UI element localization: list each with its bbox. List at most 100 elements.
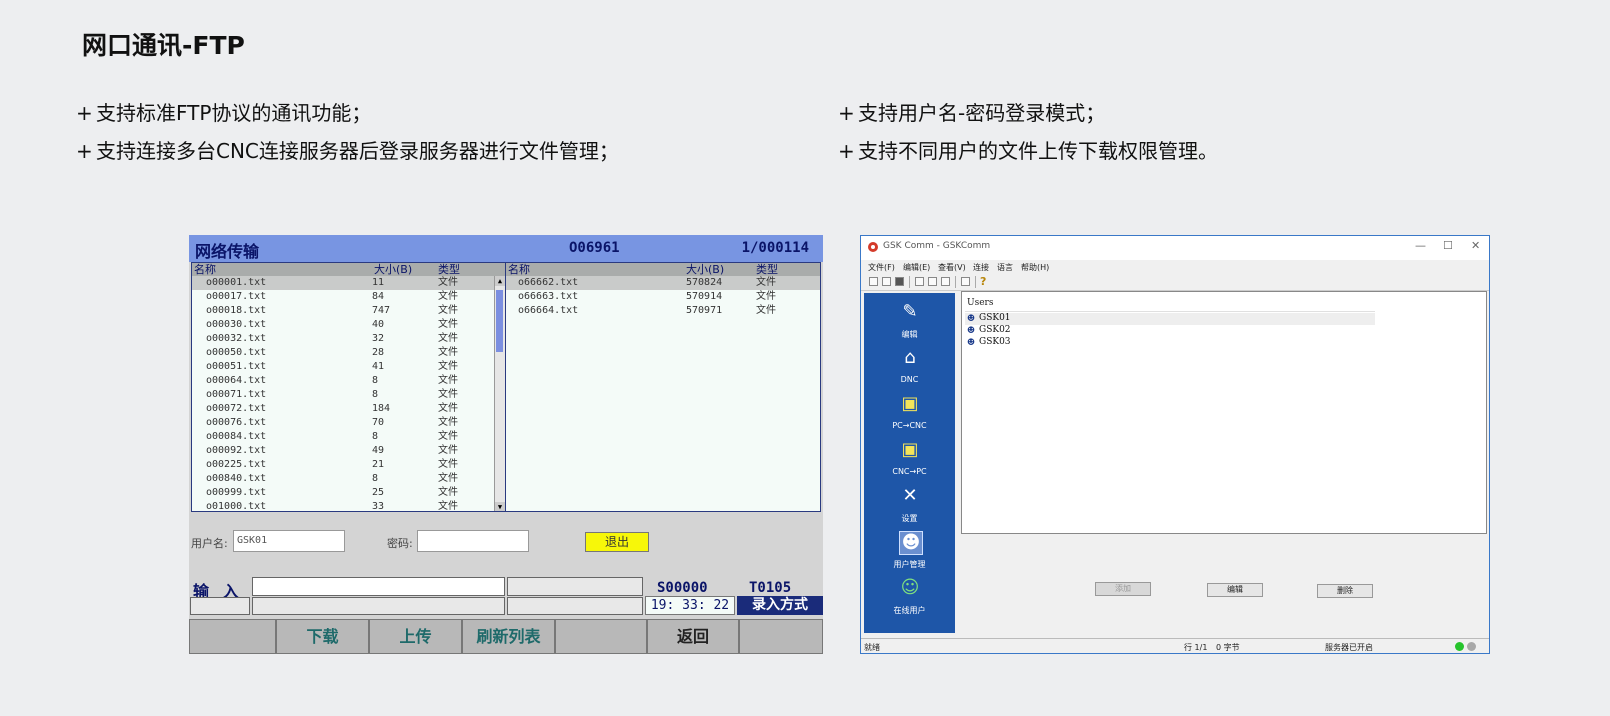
file-row[interactable]: o66663.txt 570914 文件 [506,290,820,304]
open-folder-icon[interactable] [882,277,891,286]
copy-icon[interactable] [928,277,937,286]
bullet-text: 支持标准FTP协议的通讯功能； [96,101,372,125]
file-size: 49 [372,445,385,456]
user-icon: ☻ [967,326,976,336]
file-name: o66662.txt [518,277,579,288]
status-box [190,597,250,615]
bullet-text: 支持连接多台CNC连接服务器后登录服务器进行文件管理； [96,139,619,163]
file-row[interactable]: o00051.txt 41 文件 [192,360,505,374]
file-row[interactable]: o00071.txt 8 文件 [192,388,505,402]
file-row[interactable]: o00064.txt 8 文件 [192,374,505,388]
users-header: Users [967,298,994,308]
exit-button[interactable]: 退出 [585,532,649,552]
file-row[interactable]: o00018.txt 747 文件 [192,304,505,318]
sidebar-item-label: DNC [900,375,919,384]
maximize-icon[interactable]: ☐ [1443,239,1453,252]
sidebar-item-pc-to-cnc[interactable]: ▣ PC→CNC [864,391,955,435]
help-icon[interactable]: ? [980,275,986,288]
softkey-upload[interactable]: 上传 [369,619,462,654]
sidebar-item-edit[interactable]: ✎ 编辑 [864,299,955,343]
softkey-blank[interactable] [739,619,823,654]
cut-icon[interactable] [915,277,924,286]
softkey-refresh-list[interactable]: 刷新列表 [462,619,555,654]
cnc-local-file-list[interactable]: 名称 大小(B) 类型 o00001.txt 11 文件 o00017.txt 84 文件… [191,262,506,512]
user-row[interactable]: ☻ GSK02 [965,325,1375,337]
status-line: 行 1/1 [1184,643,1208,652]
server-file-rows: o66662.txt 570824 文件 o66663.txt 570914 文件 o666… [506,276,820,318]
file-name: o00018.txt [206,305,267,316]
softkey-back[interactable]: 返回 [647,619,739,654]
user-name: GSK03 [979,337,1011,347]
add-user-button[interactable]: 添加 [1095,582,1151,596]
save-icon[interactable] [895,277,904,286]
file-type: 文件 [438,501,458,512]
bullet-item: + 支持不同用户的文件上传下载权限管理。 [838,132,1218,170]
password-input[interactable] [417,530,529,552]
spindle-value: S00000 [657,580,708,596]
col-name: 名称 [194,263,216,276]
gsk-logo-icon [868,242,878,252]
file-row[interactable]: o00840.txt 8 文件 [192,472,505,486]
file-name: o00840.txt [206,473,267,484]
delete-user-button[interactable]: 删除 [1317,584,1373,598]
file-size: 70 [372,417,385,428]
sidebar-item-online-users[interactable]: ☺ 在线用户 [864,575,955,619]
user-row[interactable]: ☻ GSK03 [965,337,1375,349]
paste-icon[interactable] [941,277,950,286]
status-ready: 就绪 [864,643,880,652]
file-row[interactable]: o66662.txt 570824 文件 [506,276,820,290]
status-server: 服务器已开启 [1325,643,1373,652]
file-name: o00225.txt [206,459,267,470]
menu-view[interactable]: 查看(V) [938,262,966,273]
sidebar-item-settings[interactable]: ✕ 设置 [864,483,955,527]
file-row[interactable]: o00032.txt 32 文件 [192,332,505,346]
user-row[interactable]: ☻ GSK01 [965,313,1375,325]
file-row[interactable]: o00092.txt 49 文件 [192,444,505,458]
bullet-marker: + [838,139,855,163]
file-row[interactable]: o00076.txt 70 文件 [192,416,505,430]
minimize-icon[interactable]: — [1415,239,1426,252]
softkey-download[interactable]: 下载 [276,619,369,654]
scroll-thumb[interactable] [496,290,503,352]
softkey-blank[interactable] [189,619,276,654]
close-icon[interactable]: ✕ [1471,239,1480,252]
menu-edit[interactable]: 编辑(E) [903,262,930,273]
sidebar-item-cnc-to-pc[interactable]: ▣ CNC→PC [864,437,955,481]
file-row[interactable]: o00030.txt 40 文件 [192,318,505,332]
new-file-icon[interactable] [869,277,878,286]
file-type: 文件 [438,473,458,484]
sidebar-item-dnc[interactable]: ⌂ DNC [864,345,955,389]
bullet-item: + 支持标准FTP协议的通讯功能； [76,94,619,132]
softkey-blank[interactable] [555,619,647,654]
file-name: o00076.txt [206,417,267,428]
menu-file[interactable]: 文件(F) [868,262,895,273]
sidebar-item-user-management[interactable]: ☻ 用户管理 [864,529,955,573]
file-row[interactable]: o00017.txt 84 文件 [192,290,505,304]
scroll-down-icon[interactable]: ▼ [495,502,505,511]
slide-title: 网口通讯-FTP [82,31,245,60]
file-row[interactable]: o01000.txt 33 文件 [192,500,505,512]
file-row[interactable]: o66664.txt 570971 文件 [506,304,820,318]
cnc-server-file-list[interactable]: 名称 大小(B) 类型 o66662.txt 570824 文件 o66663.txt… [505,262,821,512]
users-list-panel[interactable]: Users ☻ GSK01 ☻ GSK02 ☻ GSK03 [961,291,1487,534]
input-field[interactable] [252,577,505,596]
file-row[interactable]: o00001.txt 11 文件 [192,276,505,290]
file-row[interactable]: o00225.txt 21 文件 [192,458,505,472]
file-row[interactable]: o00084.txt 8 文件 [192,430,505,444]
edit-user-button[interactable]: 编辑 [1207,583,1263,597]
toolbar-separator [909,276,910,288]
file-row[interactable]: o00072.txt 184 文件 [192,402,505,416]
connection-led-icon [1455,642,1464,651]
print-icon[interactable] [961,277,970,286]
local-list-scrollbar[interactable]: ▲ ▼ [494,276,505,511]
username-input[interactable]: GSK01 [233,530,345,552]
menu-connect[interactable]: 连接 [973,262,989,273]
menu-help[interactable]: 帮助(H) [1021,262,1049,273]
menu-language[interactable]: 语言 [997,262,1013,273]
scroll-up-icon[interactable]: ▲ [495,276,505,286]
col-name: 名称 [508,263,530,276]
bullet-item: + 支持连接多台CNC连接服务器后登录服务器进行文件管理； [76,132,619,170]
bullet-text: 支持用户名-密码登录模式； [858,101,1106,125]
file-row[interactable]: o00050.txt 28 文件 [192,346,505,360]
file-row[interactable]: o00999.txt 25 文件 [192,486,505,500]
